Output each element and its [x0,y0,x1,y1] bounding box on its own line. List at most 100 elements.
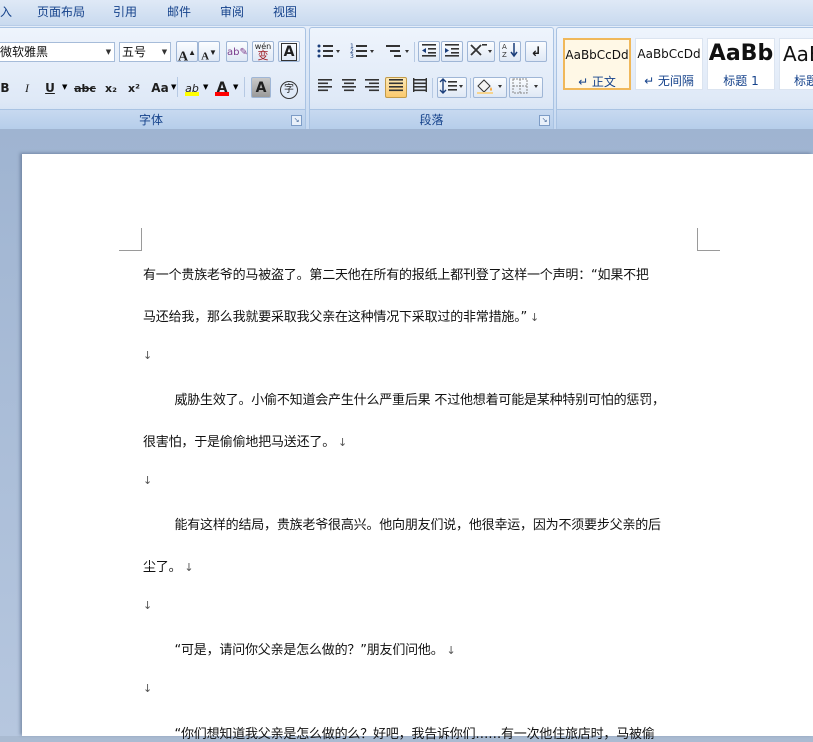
increase-indent-button[interactable] [441,41,463,62]
font-size-select[interactable]: 五号 ▼ [119,42,171,62]
font-name-value: 微软雅黑 [0,45,49,59]
sort-button[interactable]: AZ [499,41,521,62]
text-line: ↓ [143,473,152,488]
decrease-indent-button[interactable] [418,41,440,62]
paragraph-group-label: 段落 [310,109,553,130]
chevron-down-icon: ▼ [171,83,177,91]
clear-format-button[interactable]: ab✎ [226,41,248,62]
char-shading-button[interactable]: A [251,77,271,98]
font-size-value: 五号 [122,45,147,59]
borders-button[interactable] [509,77,543,98]
tab-page-layout[interactable]: 页面布局 [37,0,85,25]
multilevel-list-button[interactable] [383,41,413,62]
font-dialog-launcher[interactable]: ↘ [291,115,302,126]
highlight-button[interactable]: ab [182,77,202,98]
phonetic-guide-button[interactable]: wén 变 [252,41,274,62]
distribute-button[interactable] [409,77,431,98]
style-normal[interactable]: AaBbCcDd ↵ 正文 [563,38,631,90]
line-text: 威胁生效了。小偷不知道会产生什么严重后果 不过他想着可能是某种特别可怕的惩罚， [143,393,665,408]
text-line: 尘了。 ↓ [143,556,194,575]
text-line: 有一个贵族老爷的马被盗了。第二天他在所有的报纸上都刊登了这样一个声明：“如果不把 [143,264,649,283]
bullets-button[interactable] [314,41,344,62]
paragraph-dialog-launcher[interactable]: ↘ [539,115,550,126]
superscript-button[interactable]: x² [124,77,144,98]
separator [244,77,245,97]
text-line: ↓ [143,348,152,363]
line-spacing-button[interactable] [437,77,467,98]
strikethrough-button[interactable]: abc [73,77,97,98]
paragraph-mark-icon: ↓ [143,349,153,362]
separator [414,42,415,62]
style-sample: AaBb [708,41,774,66]
paint-bucket-icon [477,79,502,94]
styles-group-label [557,109,813,130]
paragraph-group: 1 2 3 A Z ↲ 段落 ↘ [309,27,554,131]
margin-corner-mark [119,228,142,251]
style-name: ↵ 正文 [578,75,616,89]
italic-button[interactable]: I [19,77,35,98]
align-right-button[interactable] [361,77,383,98]
text-line: “可是，请问你父亲是怎么做的？”朋友们问他。 ↓ [143,639,456,658]
align-left-icon [318,79,332,92]
line-text: 马还给我，那么我就要采取我父亲在这种情况下采取过的非常措施。” [143,310,528,325]
change-case-button[interactable]: Aa [149,77,171,98]
tab-mailings[interactable]: 邮件 [167,0,191,25]
style-no-spacing[interactable]: AaBbCcDd ↵ 无间隔 [635,38,703,90]
tab-view[interactable]: 视图 [273,0,297,25]
font-name-select[interactable]: 微软雅黑 ▼ [0,42,115,62]
separator [470,78,471,98]
line-text: “可是，请问你父亲是怎么做的？”朋友们问他。 [143,643,444,658]
char-border-icon: A [280,43,298,61]
numbering-icon: 1 2 3 [350,43,374,60]
bold-button[interactable]: B [0,77,13,98]
chevron-down-icon: ▼ [105,48,112,56]
shrink-font-button[interactable]: A▼ [198,41,220,63]
line-spacing-icon [439,78,463,94]
style-heading-1[interactable]: AaBb 标题 1 [707,38,775,90]
document-page[interactable]: 有一个贵族老爷的马被盗了。第二天他在所有的报纸上都刊登了这样一个声明：“如果不把… [22,154,813,742]
tab-review[interactable]: 审阅 [220,0,244,25]
enclose-char-icon: 字 [280,81,298,99]
tab-insert[interactable]: 入 [0,0,12,25]
underline-button[interactable]: U [41,77,59,98]
separator [177,77,178,97]
margin-corner-mark [697,228,720,251]
svg-text:3: 3 [350,53,354,60]
ribbon: 微软雅黑 ▼ 五号 ▼ A▲ A▼ ab✎ wén 变 A B I U ▼ abc… [0,25,813,131]
text-line: “你们想知道我父亲是怎么做的么？好吧，我告诉你们……有一次他住旅店时，马被偷 [143,723,655,742]
svg-text:A: A [502,43,507,51]
style-title[interactable]: AaB 标题 [779,38,813,90]
line-text: 有一个贵族老爷的马被盗了。第二天他在所有的报纸上都刊登了这样一个声明：“如果不把 [143,268,649,283]
align-left-button[interactable] [314,77,336,98]
sort-icon: AZ [502,43,518,59]
text-line: 威胁生效了。小偷不知道会产生什么严重后果 不过他想着可能是某种特别可怕的惩罚， [143,389,665,408]
font-color-swatch [215,92,229,96]
subscript-button[interactable]: x₂ [101,77,121,98]
chevron-down-icon: ▼ [233,83,239,91]
grow-font-icon: A [177,49,189,65]
wen-char-icon: 变 [257,49,269,62]
font-color-button[interactable]: A [212,77,232,98]
font-group-label: 字体 [0,109,305,130]
font-group: 微软雅黑 ▼ 五号 ▼ A▲ A▼ ab✎ wén 变 A B I U ▼ abc… [0,27,306,131]
paragraph-mark-icon: ↓ [446,644,456,657]
grow-font-button[interactable]: A▲ [176,41,198,65]
chinese-layout-icon [470,44,492,56]
show-marks-button[interactable]: ↲ [525,41,547,62]
align-center-icon [342,79,356,92]
justify-button[interactable] [385,77,407,98]
char-border-button[interactable]: A [278,41,300,62]
increase-indent-icon [445,44,459,57]
chinese-layout-button[interactable] [467,41,495,62]
line-text: “你们想知道我父亲是怎么做的么？好吧，我告诉你们……有一次他住旅店时，马被偷 [143,727,655,742]
chevron-down-icon: ▼ [161,48,168,56]
shading-button[interactable] [473,77,507,98]
numbering-button[interactable]: 1 2 3 [348,41,378,62]
text-line: ↓ [143,681,152,696]
text-line: 马还给我，那么我就要采取我父亲在这种情况下采取过的非常措施。” ↓ [143,306,539,325]
enclose-char-button[interactable]: 字 [278,77,300,99]
shrink-font-icon: A [201,50,210,63]
tab-references[interactable]: 引用 [113,0,137,25]
justify-icon [389,79,403,92]
align-center-button[interactable] [338,77,360,98]
